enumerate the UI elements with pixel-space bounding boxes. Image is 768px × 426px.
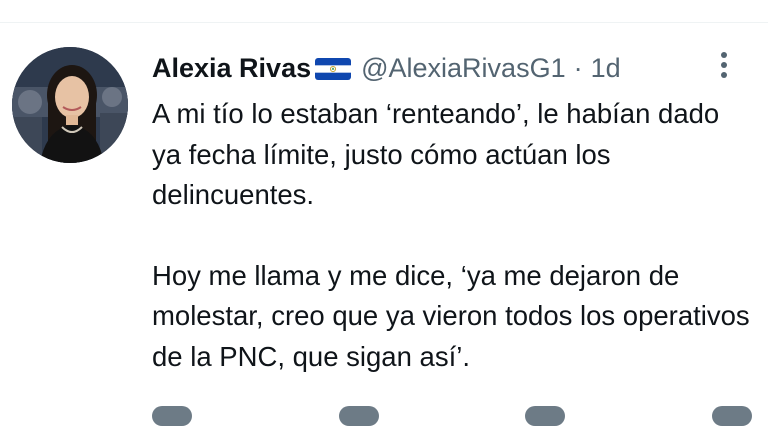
share-icon[interactable] xyxy=(711,406,752,426)
timeline-divider xyxy=(0,0,768,23)
el-salvador-flag-icon xyxy=(315,58,352,80)
header-separator: · xyxy=(573,52,583,83)
tweet-paragraph: A mi tío lo estaban ‘renteando’, le habí… xyxy=(152,98,720,210)
reply-icon[interactable] xyxy=(152,406,192,426)
tweet-body: A mi tío lo estaban ‘renteando’, le habí… xyxy=(152,94,752,377)
more-options-icon[interactable] xyxy=(712,48,736,82)
avatar[interactable] xyxy=(12,47,128,163)
tweet-timestamp[interactable]: 1d xyxy=(591,53,621,84)
tweet-header: Alexia Rivas @AlexiaRivasG1 · 1d xyxy=(152,50,621,86)
like-icon[interactable] xyxy=(525,406,566,426)
author-handle[interactable]: @AlexiaRivasG1 xyxy=(361,53,565,84)
tweet-actions-row xyxy=(152,406,752,426)
retweet-icon[interactable] xyxy=(338,406,379,426)
tweet-paragraph: Hoy me llama y me dice, ‘ya me dejaron d… xyxy=(152,259,750,372)
author-display-name[interactable]: Alexia Rivas xyxy=(152,53,311,84)
